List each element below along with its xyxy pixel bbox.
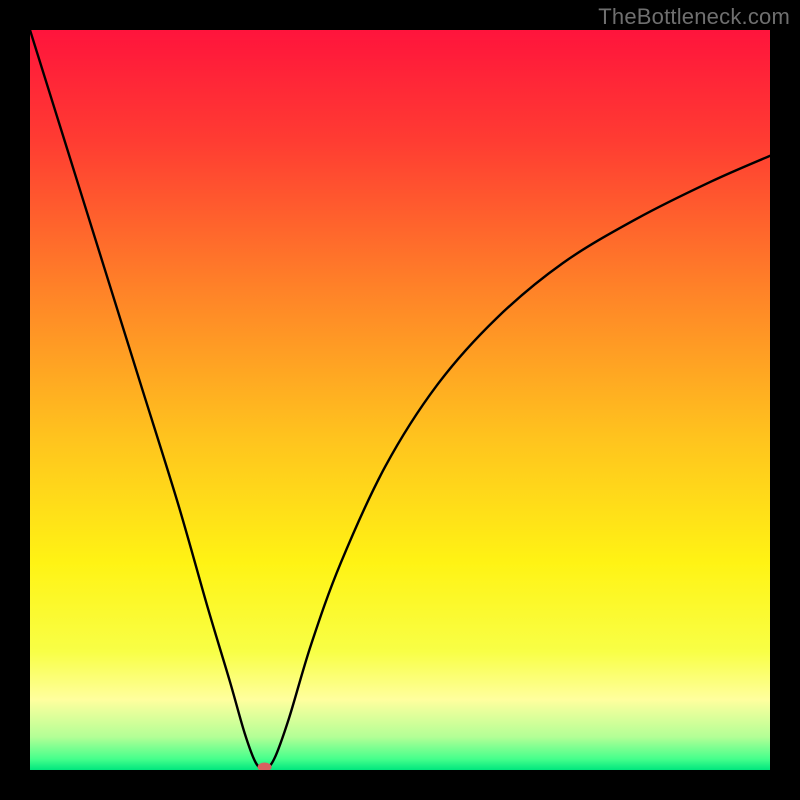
bottleneck-chart (30, 30, 770, 770)
gradient-background (30, 30, 770, 770)
plot-area (30, 30, 770, 770)
watermark-text: TheBottleneck.com (598, 4, 790, 30)
chart-frame: TheBottleneck.com (0, 0, 800, 800)
